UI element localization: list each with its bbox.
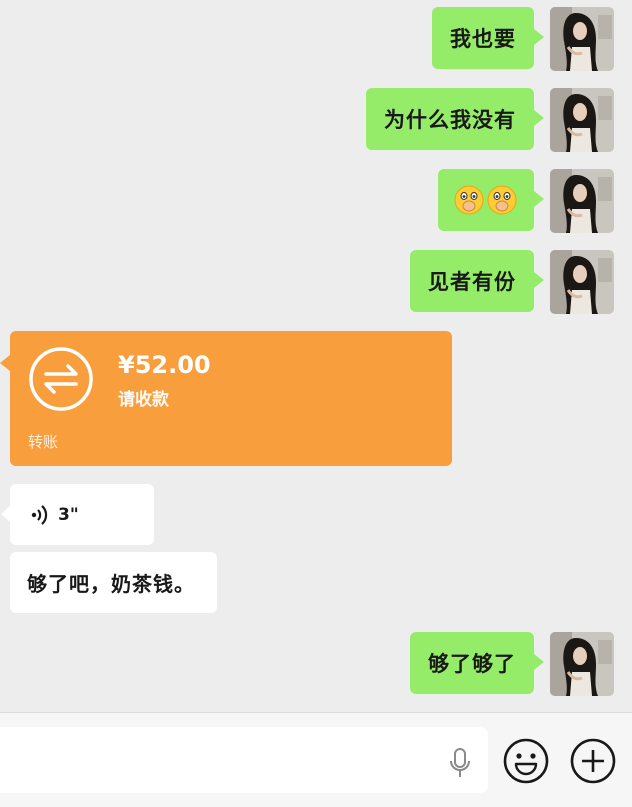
message-text: 见者有份 [428, 270, 516, 294]
voice-wave-icon [31, 504, 48, 525]
avatar[interactable] [550, 250, 614, 314]
emoji-message-bubble[interactable] [438, 169, 544, 231]
emoji-face-icon[interactable] [502, 737, 550, 785]
transfer-status: 请收款 [118, 390, 169, 410]
input-bar [0, 712, 632, 807]
message-input[interactable] [0, 727, 488, 793]
message-text: 为什么我没有 [384, 108, 516, 132]
message-bubble[interactable]: 我也要 [432, 7, 544, 69]
message-row [438, 169, 614, 233]
transfer-card[interactable]: ¥52.00 请收款 转账 [0, 331, 452, 466]
message-row: 我也要 [432, 7, 614, 71]
transfer-label: 转账 [28, 433, 59, 451]
plus-circle-icon[interactable] [569, 737, 617, 785]
avatar[interactable] [550, 169, 614, 233]
shush-emoji-icon [454, 185, 517, 215]
transfer-icon [29, 347, 93, 411]
message-text: 我也要 [450, 27, 516, 51]
message-bubble[interactable]: 够了够了 [410, 632, 544, 694]
message-bubble[interactable]: 见者有份 [410, 250, 544, 312]
avatar[interactable] [550, 632, 614, 696]
message-row: 见者有份 [410, 250, 614, 314]
mic-icon[interactable] [448, 747, 472, 779]
avatar[interactable] [550, 7, 614, 71]
message-row: 够了够了 [410, 632, 614, 696]
chat-area: 我也要 为什么我没有 见者有份 ¥52.00 请收款 转账 3" 够了吧，奶茶钱… [0, 0, 632, 712]
message-row: 为什么我没有 [366, 88, 614, 152]
message-bubble[interactable]: 为什么我没有 [366, 88, 544, 150]
voice-message-bubble[interactable]: 3" [1, 484, 154, 545]
voice-duration: 3" [58, 504, 79, 525]
avatar[interactable] [550, 88, 614, 152]
message-text: 够了够了 [428, 652, 516, 676]
message-bubble[interactable]: 够了吧，奶茶钱。 [10, 552, 217, 613]
transfer-amount: ¥52.00 [118, 351, 211, 379]
message-text: 够了吧，奶茶钱。 [27, 572, 195, 596]
